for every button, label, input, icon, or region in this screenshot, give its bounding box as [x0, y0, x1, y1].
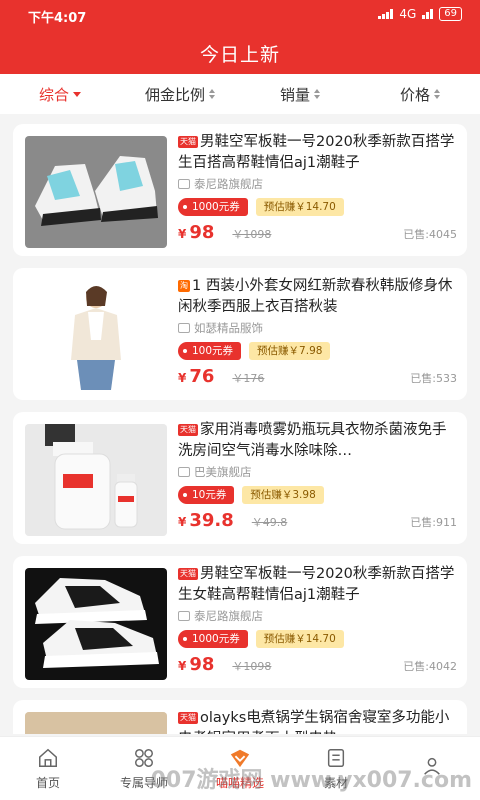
sort-commission[interactable]: 佣金比例 [120, 74, 240, 114]
product-title[interactable]: 天猫 家用消毒喷雾奶瓶玩具衣物杀菌液免手洗房间空气消毒水除味除… [178, 420, 457, 462]
earn-badge: 预估赚￥3.98 [242, 486, 324, 504]
price-symbol: ¥ [178, 659, 187, 673]
price-row: ¥98 ￥1098 已售:4045 [178, 222, 457, 244]
price: 39.8 [189, 510, 234, 531]
sold-count: 已售:4045 [403, 228, 457, 241]
sort-sales[interactable]: 销量 [240, 74, 360, 114]
shop-icon [178, 467, 190, 477]
product-title[interactable]: 天猫olayks电煮锅学生锅宿舍寝室多功能小电煮锅家用煮面小型电热 [178, 708, 457, 734]
product-title-text: 1 西装小外套女网红新款春秋韩版修身休闲秋季西服上衣百搭秋装 [178, 278, 453, 315]
shop-icon [178, 611, 190, 621]
app-header: 下午4:07 4G 69 今日上新 [0, 0, 480, 74]
tab-home[interactable]: 首页 [0, 737, 96, 800]
product-image[interactable] [25, 424, 167, 536]
product-title[interactable]: 淘1 西装小外套女网红新款春秋韩版修身休闲秋季西服上衣百搭秋装 [178, 276, 457, 318]
sort-price[interactable]: 价格 [360, 74, 480, 114]
price-row: ¥76 ￥176 已售:533 [178, 366, 457, 388]
price-symbol: ¥ [178, 371, 187, 385]
network-label: 4G [399, 7, 417, 21]
coupon-badge[interactable]: 100元券 [178, 342, 242, 360]
sold-count: 已售:4042 [403, 660, 457, 673]
product-image[interactable] [25, 280, 167, 392]
price-symbol: ¥ [178, 515, 187, 529]
earn-badge: 预估赚￥14.70 [255, 630, 344, 648]
original-price: ￥49.8 [251, 516, 288, 529]
coupon-badge[interactable]: 10元券 [178, 486, 235, 504]
home-icon [39, 748, 57, 767]
price-row: ¥39.8 ￥49.8 已售:911 [178, 510, 457, 532]
product-title[interactable]: 天猫 男鞋空军板鞋一号2020秋季新款百搭学生百搭高帮鞋情侣aj1潮鞋子 [178, 132, 457, 174]
status-bar: 下午4:07 4G 69 [0, 0, 480, 30]
shop-name: 泰尼路旗舰店 [194, 609, 263, 623]
tag-row: 1000元券 预估赚￥14.70 [178, 198, 457, 216]
price: 76 [189, 366, 215, 387]
product-title-text: 男鞋空军板鞋一号2020秋季新款百搭学生女鞋高帮鞋情侣aj1潮鞋子 [178, 566, 455, 603]
coupon-badge[interactable]: 1000元券 [178, 198, 248, 216]
product-card[interactable]: 天猫 家用消毒喷雾奶瓶玩具衣物杀菌液免手洗房间空气消毒水除味除… 巴美旗舰店 10… [13, 412, 467, 544]
platform-tag: 天猫 [178, 424, 198, 436]
tag-row: 1000元券 预估赚￥14.70 [178, 630, 457, 648]
status-time: 下午4:07 [28, 11, 87, 26]
sort-label: 佣金比例 [144, 85, 205, 104]
original-price: ￥1098 [232, 660, 272, 673]
wifi-icon [422, 9, 434, 19]
product-title-text: 家用消毒喷雾奶瓶玩具衣物杀菌液免手洗房间空气消毒水除味除… [178, 422, 447, 459]
earn-badge: 预估赚￥14.70 [255, 198, 344, 216]
tab-label: 首页 [35, 775, 60, 790]
product-image[interactable] [25, 712, 167, 734]
sold-count: 已售:533 [410, 372, 457, 385]
tag-row: 100元券 预估赚￥7.98 [178, 342, 457, 360]
price-symbol: ¥ [178, 227, 187, 241]
product-list: 天猫 男鞋空军板鞋一号2020秋季新款百搭学生百搭高帮鞋情侣aj1潮鞋子 泰尼路旗… [0, 114, 480, 734]
shop-name: 如瑟精品服饰 [194, 321, 263, 335]
tag-row: 10元券 预估赚￥3.98 [178, 486, 457, 504]
status-right: 4G 69 [378, 7, 462, 21]
sort-label: 价格 [399, 85, 430, 104]
shop-icon [178, 179, 190, 189]
earn-badge: 预估赚￥7.98 [249, 342, 331, 360]
sort-updown-icon [434, 89, 440, 99]
shop-row: 泰尼路旗舰店 [178, 608, 457, 624]
platform-tag: 淘 [178, 280, 190, 292]
product-title-text: olayks电煮锅学生锅宿舍寝室多功能小电煮锅家用煮面小型电热 [178, 710, 450, 734]
shop-name: 巴美旗舰店 [194, 465, 252, 479]
product-image[interactable] [25, 568, 167, 680]
battery-icon: 69 [439, 7, 462, 21]
sold-count: 已售:911 [410, 516, 457, 529]
coupon-badge[interactable]: 1000元券 [178, 630, 248, 648]
page-title: 今日上新 [199, 44, 280, 66]
original-price: ￥1098 [232, 228, 272, 241]
price-row: ¥98 ￥1098 已售:4042 [178, 654, 457, 676]
watermark: 007游戏网 www.yx007.com [150, 768, 472, 793]
product-title-text: 男鞋空军板鞋一号2020秋季新款百搭学生百搭高帮鞋情侣aj1潮鞋子 [178, 134, 455, 171]
shop-name: 泰尼路旗舰店 [194, 177, 263, 191]
sort-label: 综合 [38, 85, 69, 104]
signal-icon [378, 9, 394, 19]
platform-tag: 天猫 [178, 568, 198, 580]
product-title[interactable]: 天猫 男鞋空军板鞋一号2020秋季新款百搭学生女鞋高帮鞋情侣aj1潮鞋子 [178, 564, 457, 606]
price: 98 [189, 654, 215, 675]
price: 98 [189, 222, 215, 243]
product-image[interactable] [25, 136, 167, 248]
platform-tag: 天猫 [178, 136, 198, 148]
caret-down-icon [73, 91, 81, 97]
product-card[interactable]: 天猫 男鞋空军板鞋一号2020秋季新款百搭学生女鞋高帮鞋情侣aj1潮鞋子 泰尼路旗… [13, 556, 467, 688]
product-card[interactable]: 天猫 男鞋空军板鞋一号2020秋季新款百搭学生百搭高帮鞋情侣aj1潮鞋子 泰尼路旗… [13, 124, 467, 256]
shop-row: 巴美旗舰店 [178, 464, 457, 480]
platform-tag: 天猫 [178, 712, 198, 724]
original-price: ￥176 [232, 372, 265, 385]
product-card[interactable]: 淘1 西装小外套女网红新款春秋韩版修身休闲秋季西服上衣百搭秋装 如瑟精品服饰 1… [13, 268, 467, 400]
sort-comprehensive[interactable]: 综合 [0, 74, 120, 114]
shop-row: 如瑟精品服饰 [178, 320, 457, 336]
sort-updown-icon [314, 89, 320, 99]
product-card[interactable]: 天猫olayks电煮锅学生锅宿舍寝室多功能小电煮锅家用煮面小型电热 [13, 700, 467, 734]
shop-row: 泰尼路旗舰店 [178, 176, 457, 192]
shop-icon [178, 323, 190, 333]
sort-label: 销量 [279, 85, 310, 104]
sort-bar: 综合 佣金比例 销量 价格 [0, 74, 480, 114]
sort-updown-icon [209, 89, 215, 99]
